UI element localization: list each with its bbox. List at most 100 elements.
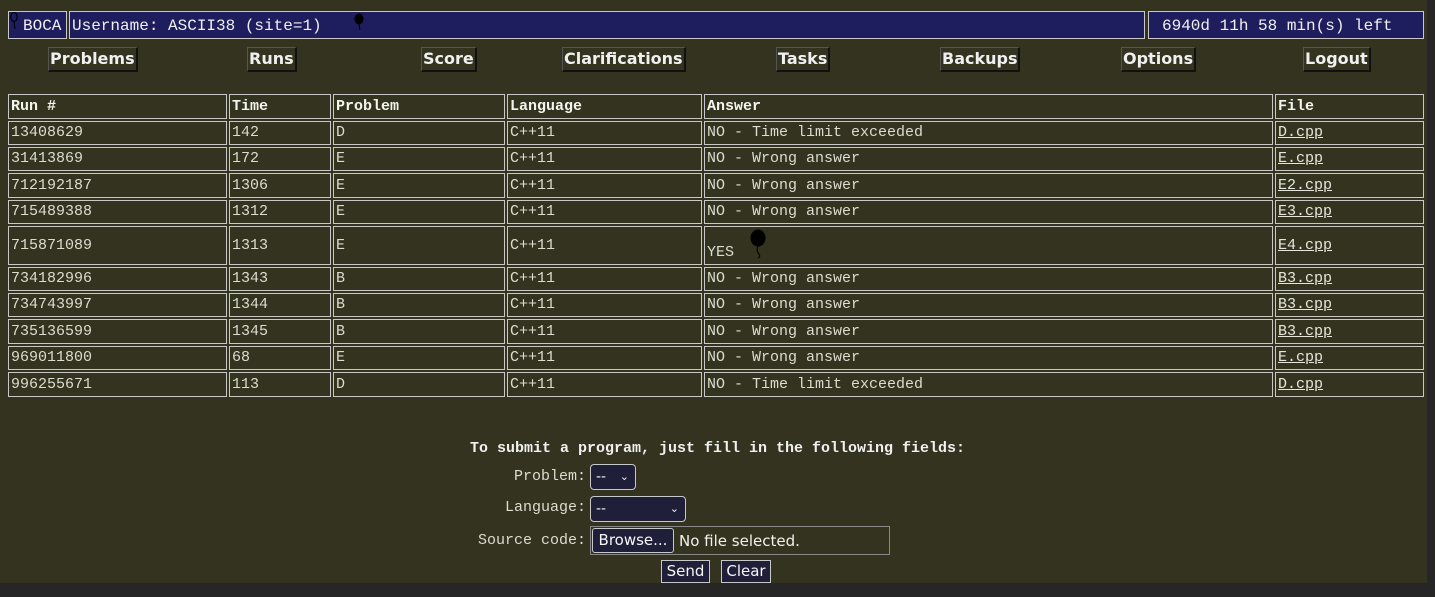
cell-file[interactable]: D.cpp <box>1275 372 1424 397</box>
cell-file[interactable]: E2.cpp <box>1275 173 1424 198</box>
cell-run-number-text: 996255671 <box>11 376 93 393</box>
cell-language-text: C++11 <box>510 270 556 287</box>
cell-problem: B <box>333 267 505 291</box>
nav-score[interactable]: Score <box>421 47 477 72</box>
nav-runs[interactable]: Runs <box>247 47 297 72</box>
cell-answer: NO - Wrong answer <box>704 173 1273 198</box>
cell-time-text: 1345 <box>232 323 269 340</box>
cell-file-text[interactable]: D.cpp <box>1278 124 1323 141</box>
cell-language: C++11 <box>507 121 702 145</box>
cell-file-text[interactable]: E2.cpp <box>1278 177 1332 194</box>
cell-file[interactable]: D.cpp <box>1275 121 1424 145</box>
cell-problem-text: B <box>336 296 346 313</box>
nav-options[interactable]: Options <box>1121 47 1197 72</box>
column-header-answer-text: Answer <box>707 98 762 115</box>
cell-problem: B <box>333 293 505 317</box>
cell-language: C++11 <box>507 267 702 291</box>
cell-run-number: 735136599 <box>8 319 227 344</box>
cell-problem-text: B <box>336 323 346 340</box>
cell-time-text: 1344 <box>232 296 269 313</box>
cell-answer-text: NO - Wrong answer <box>707 270 861 287</box>
cell-file-text[interactable]: E3.cpp <box>1278 203 1332 220</box>
clear-button[interactable]: Clear <box>721 560 771 583</box>
cell-file[interactable]: B3.cpp <box>1275 319 1424 344</box>
cell-run-number-text: 13408629 <box>11 124 84 141</box>
language-select[interactable]: -- ⌄ <box>590 496 686 522</box>
cell-run-number-text: 734743997 <box>11 296 93 313</box>
cell-file[interactable]: E.cpp <box>1275 346 1424 370</box>
cell-answer: NO - Wrong answer <box>704 200 1273 224</box>
cell-answer-text: YES <box>707 244 735 261</box>
cell-answer: NO - Wrong answer <box>704 293 1273 317</box>
username-cell: Username: ASCII38 (site=1) <box>69 11 1145 39</box>
column-header-file-text: File <box>1278 98 1315 115</box>
cell-run-number: 31413869 <box>8 147 227 171</box>
problem-select[interactable]: -- ⌄ <box>590 464 636 490</box>
cell-run-number-text: 715871089 <box>11 237 93 254</box>
cell-answer: NO - Wrong answer <box>704 346 1273 370</box>
cell-problem: E <box>333 147 505 171</box>
column-header-run-number-text: Run # <box>11 98 57 115</box>
cell-file-text[interactable]: E4.cpp <box>1278 237 1332 254</box>
cell-time-text: 113 <box>232 376 260 393</box>
cell-answer-text: NO - Wrong answer <box>707 150 861 167</box>
language-select-value: -- <box>596 501 607 517</box>
cell-time: 1313 <box>229 226 331 265</box>
cell-run-number: 715871089 <box>8 226 227 265</box>
cell-run-number: 13408629 <box>8 121 227 145</box>
cell-file[interactable]: E4.cpp <box>1275 226 1424 265</box>
send-button[interactable]: Send <box>661 560 710 583</box>
cell-language: C++11 <box>507 147 702 171</box>
language-label: Language: <box>504 499 586 516</box>
cell-time-text: 1306 <box>232 177 269 194</box>
cell-answer-text: NO - Wrong answer <box>707 203 861 220</box>
nav-backups[interactable]: Backups <box>940 47 1021 72</box>
cell-problem: E <box>333 200 505 224</box>
cell-problem: B <box>333 319 505 344</box>
column-header-answer: Answer <box>704 94 1273 119</box>
cell-problem-text: E <box>336 150 346 167</box>
column-header-problem-text: Problem <box>336 98 400 115</box>
cell-time: 172 <box>229 147 331 171</box>
boca-logo: BOCA <box>23 17 62 35</box>
cell-file[interactable]: B3.cpp <box>1275 293 1424 317</box>
cell-problem-text: E <box>336 203 346 220</box>
nav-tasks[interactable]: Tasks <box>776 47 831 72</box>
nav-clarifications[interactable]: Clarifications <box>562 47 686 72</box>
cell-language-text: C++11 <box>510 237 556 254</box>
cell-answer-text: NO - Wrong answer <box>707 323 861 340</box>
cell-time: 142 <box>229 121 331 145</box>
cell-file-text[interactable]: E.cpp <box>1278 349 1323 366</box>
cell-file-text[interactable]: B3.cpp <box>1278 296 1332 313</box>
cell-file[interactable]: E3.cpp <box>1275 200 1424 224</box>
cell-language-text: C++11 <box>510 376 556 393</box>
cell-file-text[interactable]: D.cpp <box>1278 376 1323 393</box>
column-header-run-number: Run # <box>8 94 227 119</box>
cell-problem: E <box>333 173 505 198</box>
cell-run-number: 734182996 <box>8 267 227 291</box>
cell-problem-text: D <box>336 124 346 141</box>
cell-file-text[interactable]: B3.cpp <box>1278 270 1332 287</box>
cell-file[interactable]: B3.cpp <box>1275 267 1424 291</box>
cell-run-number-text: 969011800 <box>11 349 93 366</box>
problem-select-value: -- <box>596 469 607 485</box>
cell-file[interactable]: E.cpp <box>1275 147 1424 171</box>
cell-answer-text: NO - Wrong answer <box>707 296 861 313</box>
cell-file-text[interactable]: B3.cpp <box>1278 323 1332 340</box>
cell-run-number-text: 31413869 <box>11 150 84 167</box>
browse-button[interactable]: Browse... <box>592 528 674 553</box>
balloon-icon <box>354 13 364 31</box>
column-header-problem: Problem <box>333 94 505 119</box>
cell-run-number-text: 735136599 <box>11 323 93 340</box>
cell-time: 1312 <box>229 200 331 224</box>
cell-answer-text: NO - Time limit exceeded <box>707 124 924 141</box>
cell-language: C++11 <box>507 200 702 224</box>
cell-language: C++11 <box>507 346 702 370</box>
nav-problems[interactable]: Problems <box>48 47 138 72</box>
cell-language: C++11 <box>507 372 702 397</box>
column-header-language-text: Language <box>510 98 583 115</box>
nav-logout[interactable]: Logout <box>1303 47 1371 72</box>
cell-problem-text: E <box>336 177 346 194</box>
cell-file-text[interactable]: E.cpp <box>1278 150 1323 167</box>
cell-language-text: C++11 <box>510 296 556 313</box>
